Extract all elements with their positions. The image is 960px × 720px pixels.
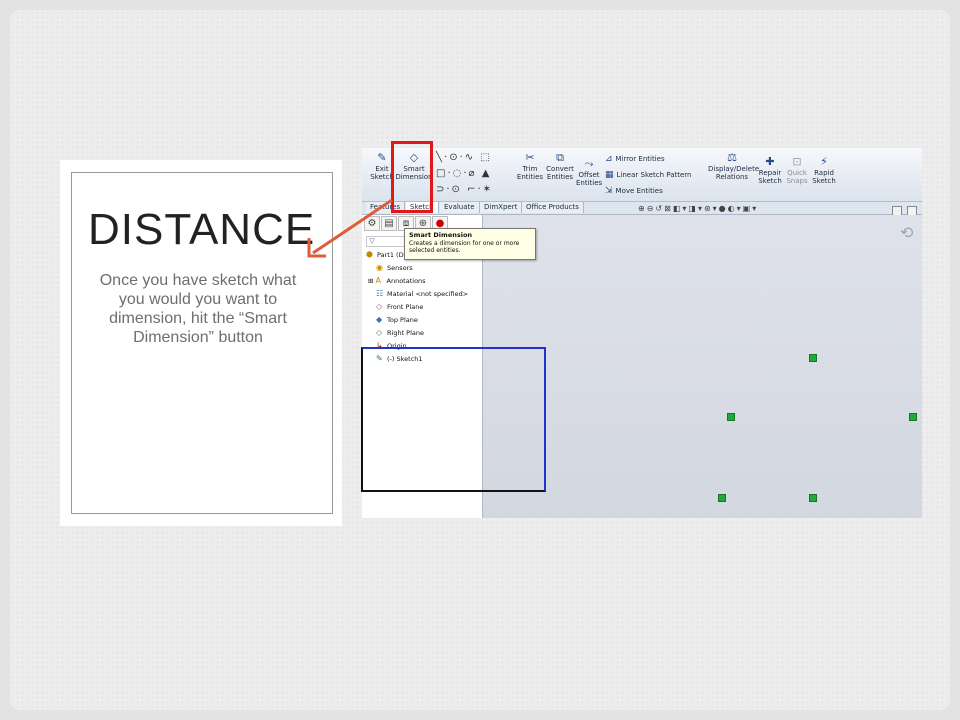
callout-arrow bbox=[307, 198, 393, 258]
arrow-shaft bbox=[312, 198, 393, 255]
